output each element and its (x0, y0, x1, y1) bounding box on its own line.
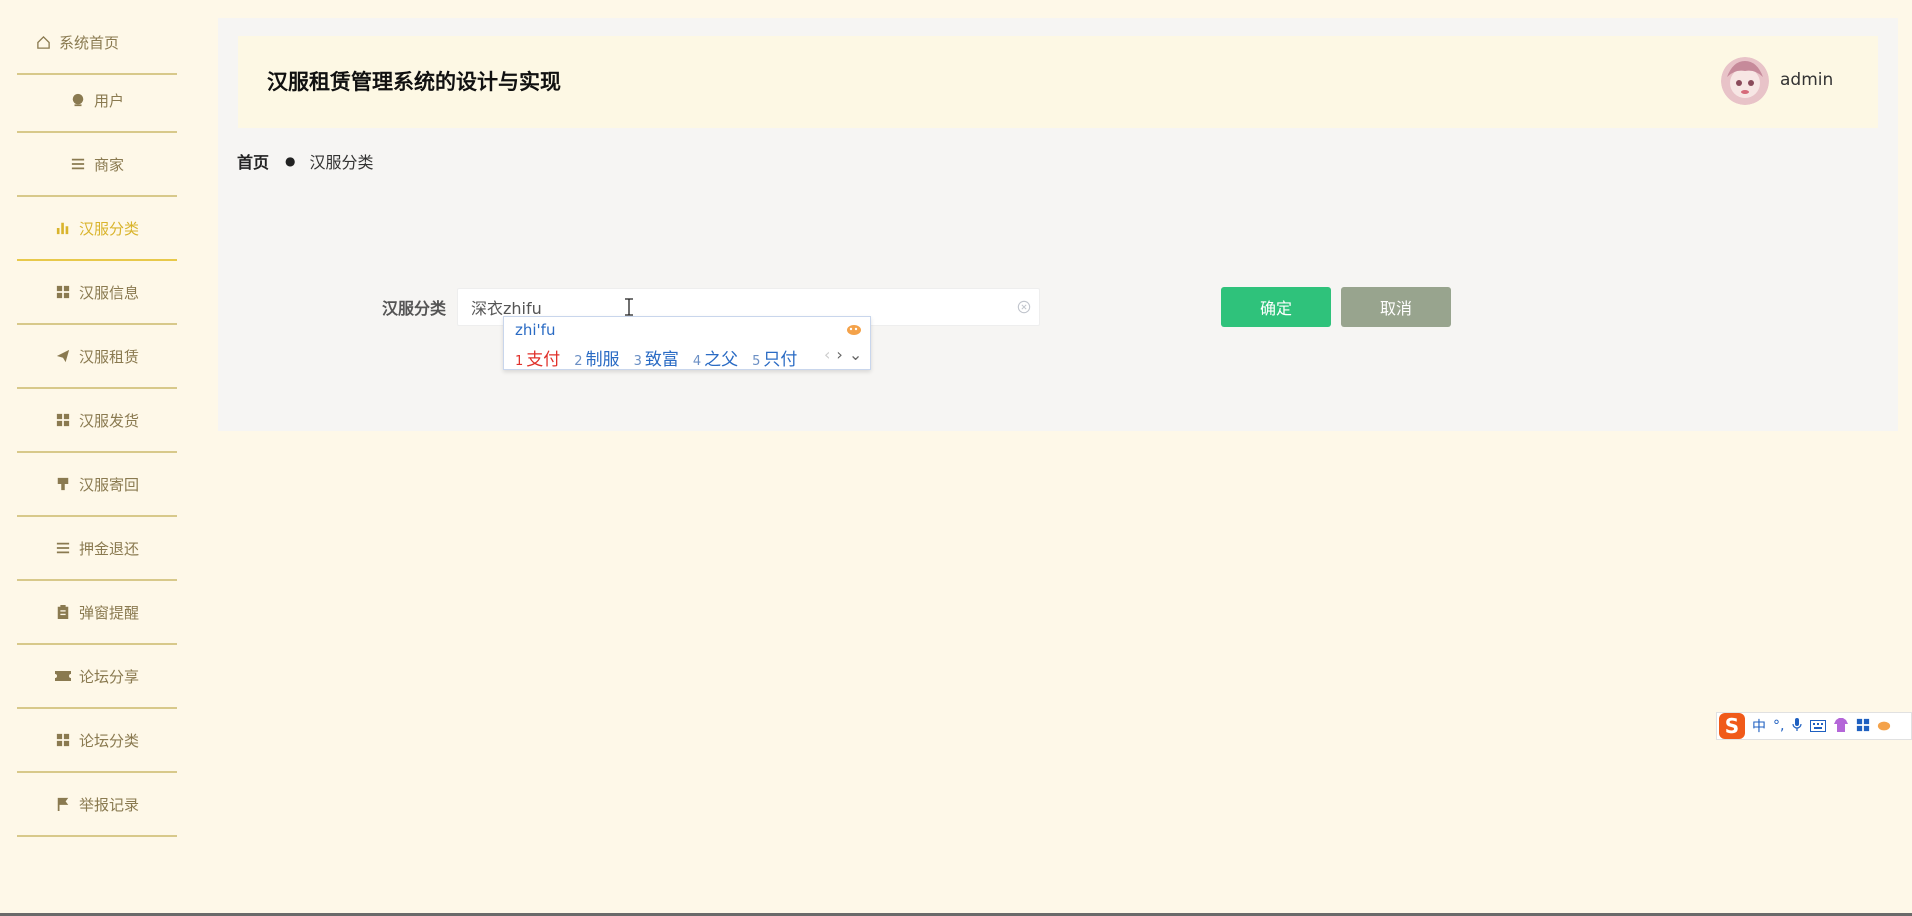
breadcrumb: 首页 ● 汉服分类 (237, 149, 374, 173)
sidebar-item-label: 汉服租赁 (78, 347, 139, 366)
text-cursor-icon (624, 298, 634, 316)
breadcrumb-current: 汉服分类 (309, 153, 374, 172)
sidebar-item-merchants[interactable]: 商家 (17, 133, 177, 197)
ime-nav: ‹ › ⌄ (824, 345, 862, 364)
list-icon (55, 540, 71, 556)
sidebar-item-label: 汉服信息 (78, 283, 139, 302)
category-field-label: 汉服分类 (382, 299, 447, 318)
ime-candidate-popup: zhi'fu 1 支付 2 制服 3 致富 4 之父 5 只付 ‹ › ⌄ (503, 316, 871, 370)
sidebar-item-label: 汉服分类 (78, 219, 139, 238)
sidebar-item-hanfu-return[interactable]: 汉服寄回 (17, 453, 177, 517)
flag-icon (55, 796, 71, 812)
ime-candidate[interactable]: 1 支付 (515, 345, 560, 370)
ime-candidate[interactable]: 5 只付 (752, 345, 797, 370)
sidebar-item-label: 系统首页 (59, 33, 120, 52)
grid-icon (55, 284, 71, 300)
ime-candidates: 1 支付 2 制服 3 致富 4 之父 5 只付 (515, 345, 811, 370)
sidebar-item-home[interactable]: 系统首页 (17, 11, 177, 75)
sidebar-item-forum-category[interactable]: 论坛分类 (17, 709, 177, 773)
list-icon (70, 156, 86, 172)
avatar[interactable] (1721, 57, 1769, 105)
sidebar-item-label: 举报记录 (78, 795, 139, 814)
sidebar-item-label: 押金退还 (78, 539, 139, 558)
paper-plane-icon (55, 348, 71, 364)
home-icon (35, 34, 51, 50)
ime-pinyin: zhi'fu (515, 321, 556, 339)
sidebar-item-forum-share[interactable]: 论坛分享 (17, 645, 177, 709)
sidebar-item-label: 汉服发货 (78, 411, 139, 430)
ime-logo-icon[interactable]: S (1719, 713, 1745, 739)
ime-punctuation-toggle[interactable]: °, (1773, 718, 1784, 734)
username[interactable]: admin (1780, 70, 1833, 90)
breadcrumb-separator: ● (285, 154, 296, 168)
sidebar-item-deposit-refund[interactable]: 押金退还 (17, 517, 177, 581)
ime-expand-button[interactable]: ⌄ (849, 345, 862, 364)
ime-candidate[interactable]: 3 致富 (634, 345, 679, 370)
grid-icon (55, 732, 71, 748)
sidebar-item-label: 弹窗提醒 (78, 603, 139, 622)
confirm-button[interactable]: 确定 (1221, 287, 1331, 327)
bar-chart-icon (55, 220, 71, 236)
keyboard-icon[interactable] (1810, 717, 1827, 736)
ime-candidate[interactable]: 4 之父 (693, 345, 738, 370)
clear-icon[interactable] (1017, 299, 1031, 318)
sidebar-item-hanfu-rental[interactable]: 汉服租赁 (17, 325, 177, 389)
sidebar-item-hanfu-category[interactable]: 汉服分类 (17, 197, 177, 261)
user-icon (70, 92, 86, 108)
ime-prev-button[interactable]: ‹ (824, 345, 830, 364)
breadcrumb-home[interactable]: 首页 (237, 149, 269, 173)
ime-next-button[interactable]: › (836, 345, 842, 364)
ticket-icon (54, 668, 71, 684)
sidebar-item-label: 用户 (93, 91, 124, 110)
ime-mode-toggle[interactable]: 中 (1752, 716, 1766, 736)
ime-toolbar: S 中 °, (1716, 712, 1912, 740)
sidebar-item-label: 论坛分享 (78, 667, 139, 686)
toolbox-icon[interactable] (1856, 717, 1870, 736)
ime-candidate[interactable]: 2 制服 (574, 345, 619, 370)
grid-icon (55, 412, 71, 428)
mascot-icon[interactable] (1877, 717, 1891, 736)
page-title: 汉服租赁管理系统的设计与实现 (267, 70, 561, 94)
sidebar: 系统首页 用户 商家 汉服分类 汉服信息 汉服租赁 汉服发货 汉服寄回 押金退还… (0, 0, 195, 916)
microphone-icon[interactable] (1791, 717, 1803, 736)
cancel-button[interactable]: 取消 (1341, 287, 1451, 327)
skin-icon[interactable] (1833, 717, 1849, 736)
sidebar-item-hanfu-shipping[interactable]: 汉服发货 (17, 389, 177, 453)
sidebar-item-popup-reminder[interactable]: 弹窗提醒 (17, 581, 177, 645)
brush-icon (55, 476, 71, 492)
sidebar-item-report-records[interactable]: 举报记录 (17, 773, 177, 837)
clipboard-icon (55, 604, 71, 620)
sidebar-item-label: 汉服寄回 (78, 475, 139, 494)
sidebar-item-label: 论坛分类 (78, 731, 139, 750)
sidebar-item-users[interactable]: 用户 (17, 69, 177, 133)
ime-skin-icon[interactable] (846, 321, 862, 340)
sidebar-item-label: 商家 (93, 155, 124, 174)
sidebar-item-hanfu-info[interactable]: 汉服信息 (17, 261, 177, 325)
